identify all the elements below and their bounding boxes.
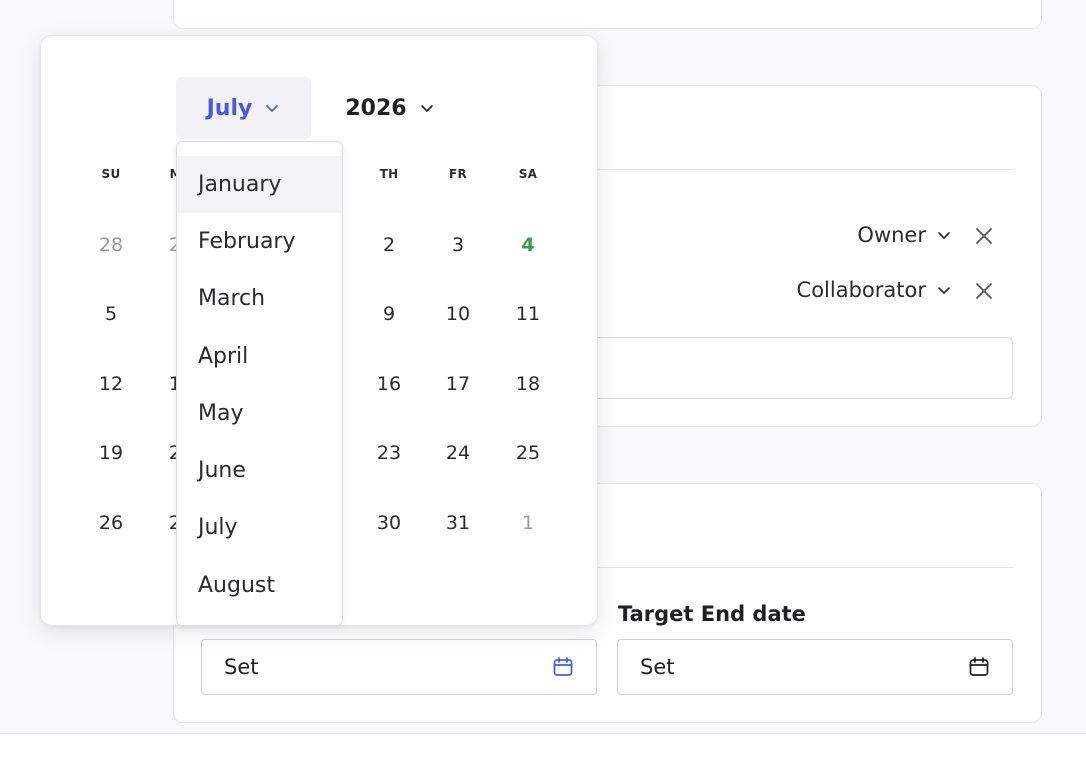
target-end-date-label: Target End date [618,602,806,626]
month-option-march[interactable]: March [177,270,342,327]
calendar-day-today[interactable]: 4 [506,225,550,265]
calendar-day[interactable]: 1 [506,503,550,543]
calendar-day[interactable]: 16 [367,364,411,404]
calendar-day[interactable]: 17 [436,364,480,404]
calendar-day[interactable]: 10 [436,294,480,334]
calendar-day[interactable]: 24 [436,433,480,473]
end-date-field[interactable]: Set [617,639,1013,695]
calendar-day[interactable]: 30 [367,503,411,543]
calendar-day[interactable]: 25 [506,433,550,473]
month-option-august[interactable]: August [177,557,342,614]
calendar-day[interactable]: 9 [367,294,411,334]
month-option-july[interactable]: July [177,499,342,556]
month-option-june[interactable]: June [177,442,342,499]
calendar-day[interactable]: 3 [436,225,480,265]
month-option-february[interactable]: February [177,213,342,270]
calendar-day[interactable]: 31 [436,503,480,543]
chevron-down-icon [419,100,435,116]
close-icon [974,226,994,246]
chevron-down-icon [936,227,952,243]
month-option-january[interactable]: January [177,156,342,213]
member-role-select[interactable]: Collaborator [797,275,952,305]
weekday-label: TH [379,167,399,181]
month-select-button[interactable]: July [176,77,311,139]
selected-year: 2026 [345,95,407,121]
chevron-down-icon [264,100,280,116]
calendar-day[interactable]: 19 [89,433,133,473]
calendar-icon [552,656,574,678]
selected-month: July [206,95,253,121]
remove-member-button[interactable] [971,278,997,304]
calendar-day[interactable]: 5 [89,294,133,334]
calendar-day[interactable]: 11 [506,294,550,334]
member-role-label: Owner [857,223,926,247]
end-date-value: Set [640,655,675,679]
month-dropdown-list: January February March April May June Ju… [176,141,343,626]
weekday-label: FR [448,167,468,181]
member-role-select[interactable]: Owner [857,220,952,250]
start-date-value: Set [224,655,259,679]
calendar-day[interactable]: 26 [89,503,133,543]
chevron-down-icon [936,282,952,298]
calendar-icon [968,656,990,678]
member-role-label: Collaborator [796,278,926,302]
month-option-may[interactable]: May [177,385,342,442]
year-select-button[interactable]: 2026 [331,77,449,139]
weekday-label: SA [518,167,538,181]
close-icon [974,281,994,301]
calendar-day[interactable]: 28 [89,225,133,265]
page: Owner Collaborator Target End date Set S… [0,0,1086,767]
weekday-label: SU [101,167,121,181]
calendar-day[interactable]: 2 [367,225,411,265]
month-option-april[interactable]: April [177,328,342,385]
bottom-bar [0,733,1086,767]
top-card [173,0,1042,29]
calendar-day[interactable]: 12 [89,364,133,404]
datepicker-popup: July 2026 SU MO TU WE TH FR SA 28 29 30 … [40,35,598,626]
calendar-day[interactable]: 23 [367,433,411,473]
remove-member-button[interactable] [971,223,997,249]
calendar-day[interactable]: 18 [506,364,550,404]
start-date-field[interactable]: Set [201,639,597,695]
